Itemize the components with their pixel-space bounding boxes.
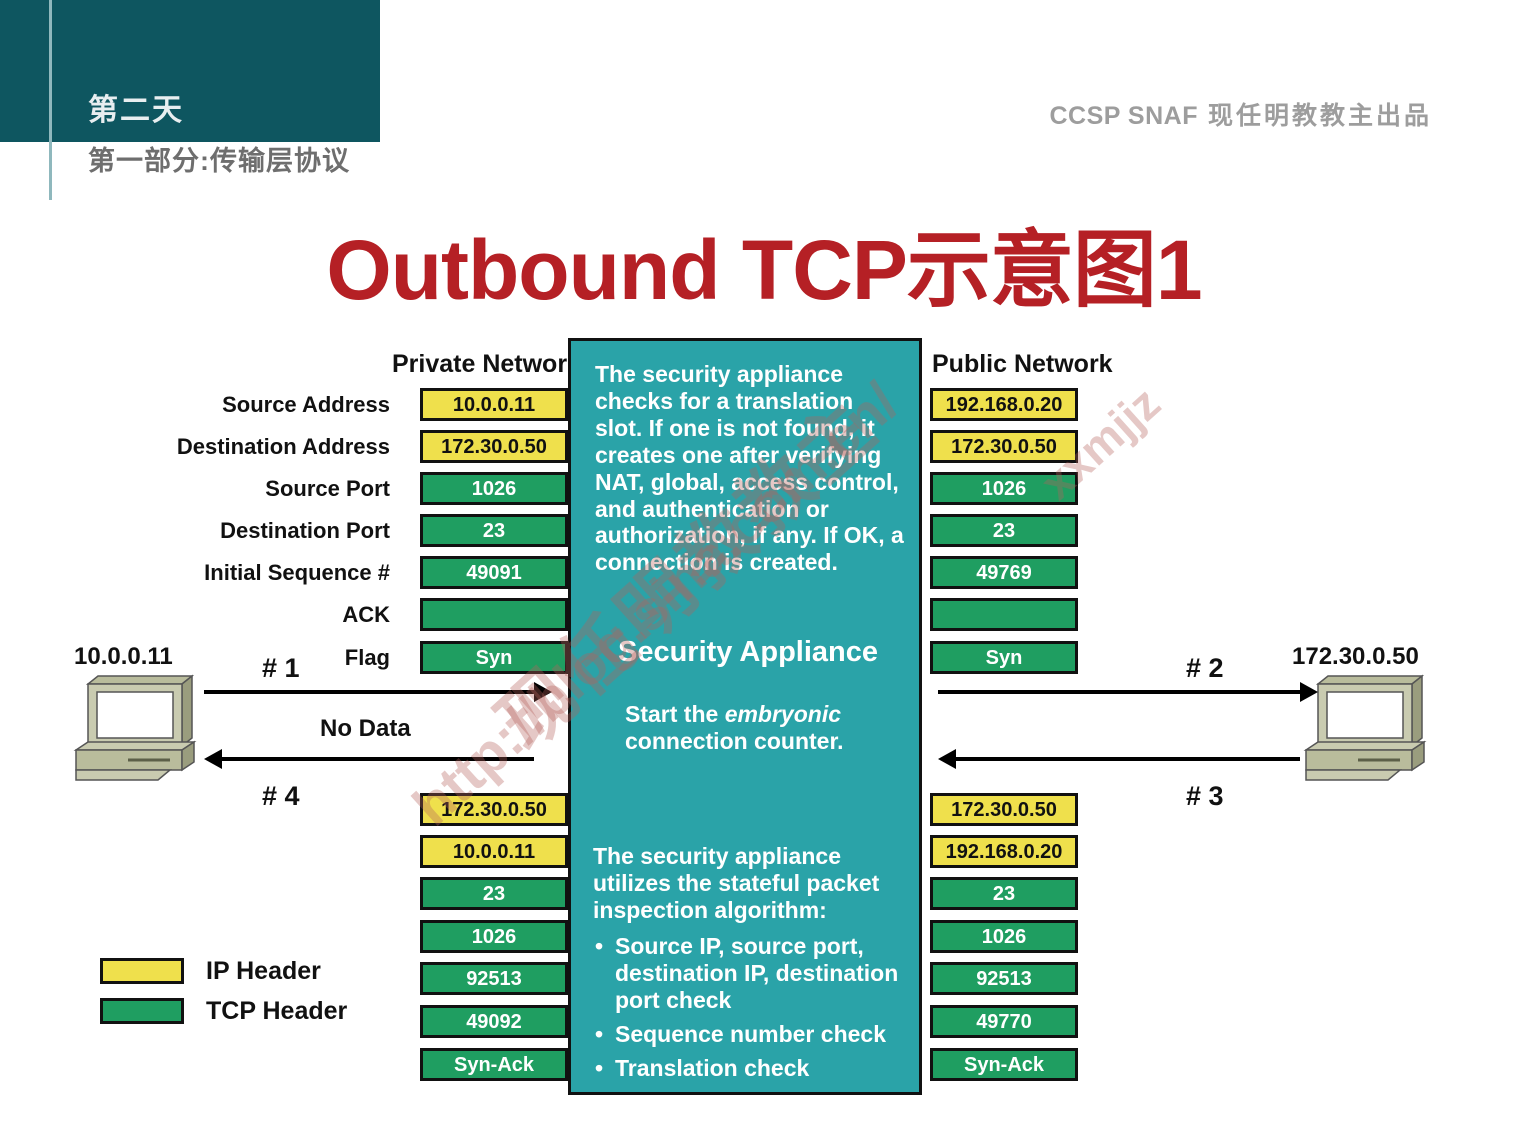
field-private-bottom-ack: 49092: [420, 1005, 568, 1038]
field-private-top-destination-address: 172.30.0.50: [420, 430, 568, 463]
field-public-bottom-flag: Syn-Ack: [930, 1048, 1078, 1081]
appliance-p2-post: connection counter.: [625, 727, 844, 754]
row-label-destination-port: Destination Port: [220, 518, 390, 543]
arrow-line-step3: [956, 757, 1300, 761]
legend-item-ip-header: IP Header: [100, 958, 347, 984]
arrow-line-step1: [204, 690, 534, 694]
security-appliance-panel: The security appliance checks for a tran…: [568, 338, 922, 1095]
field-public-top-ack: [930, 598, 1078, 631]
field-public-top-source-port: 1026: [930, 472, 1078, 505]
arrow-line-step4: [222, 757, 534, 761]
field-private-top-ack: [420, 598, 568, 631]
field-public-bottom-source-port: 23: [930, 877, 1078, 910]
arrow-label-step3: # 3: [1186, 781, 1224, 811]
field-private-bottom-destination-port: 1026: [420, 920, 568, 953]
field-private-top-flag: Syn: [420, 641, 568, 674]
appliance-bullet-item: Translation check: [593, 1055, 919, 1082]
field-private-top-source-port: 1026: [420, 472, 568, 505]
row-label-destination-address: Destination Address: [176, 434, 390, 459]
appliance-title: Security Appliance: [617, 636, 878, 668]
field-public-top-destination-address: 172.30.0.50: [930, 430, 1078, 463]
appliance-paragraph-2: Start the embryonic connection counter.: [625, 701, 915, 755]
field-private-bottom-source-address: 172.30.0.50: [420, 793, 568, 826]
legend-swatch-ip-header: [100, 958, 184, 984]
legend-swatch-tcp-header: [100, 998, 184, 1024]
left-host-computer-icon: [73, 674, 197, 781]
arrow-head-step2: [1300, 682, 1318, 702]
legend-label-tcp-header: TCP Header: [206, 996, 348, 1025]
arrow-head-step4: [204, 749, 222, 769]
appliance-p2-pre: Start the: [625, 701, 725, 727]
field-public-bottom-destination-address: 192.168.0.20: [930, 835, 1078, 868]
field-private-bottom-flag: Syn-Ack: [420, 1048, 568, 1081]
arrow-label-step4: # 4: [262, 781, 300, 811]
right-host-ip-label: 172.30.0.50: [1292, 643, 1419, 670]
arrow-label-step2: # 2: [1186, 653, 1224, 683]
left-host-ip-label: 10.0.0.11: [74, 643, 173, 670]
field-public-bottom-sequence: 92513: [930, 962, 1078, 995]
field-public-top-flag: Syn: [930, 641, 1078, 674]
field-private-bottom-sequence: 92513: [420, 962, 568, 995]
field-private-top-initial-sequence: 49091: [420, 556, 568, 589]
field-public-bottom-destination-port: 1026: [930, 920, 1078, 953]
field-private-bottom-source-port: 23: [420, 877, 568, 910]
field-public-top-destination-port: 23: [930, 514, 1078, 547]
legend-item-tcp-header: TCP Header: [100, 998, 347, 1024]
arrow-head-step1: [534, 682, 552, 702]
legend: IP Header TCP Header: [100, 958, 347, 1038]
appliance-paragraph-3: The security appliance utilizes the stat…: [593, 843, 880, 923]
field-private-top-source-address: 10.0.0.11: [420, 388, 568, 421]
field-public-top-initial-sequence: 49769: [930, 556, 1078, 589]
appliance-bullet-list: Source IP, source port, destination IP, …: [593, 933, 919, 1089]
arrow-label-no-data: No Data: [320, 715, 411, 742]
row-label-initial-sequence: Initial Sequence #: [204, 560, 390, 585]
right-host-computer-icon: [1303, 674, 1427, 781]
row-label-source-port: Source Port: [265, 476, 390, 501]
field-public-bottom-source-address: 172.30.0.50: [930, 793, 1078, 826]
appliance-bullet-item: Sequence number check: [593, 1021, 919, 1048]
arrow-head-step3: [938, 749, 956, 769]
appliance-p2-emphasis: embryonic: [724, 701, 842, 727]
tcp-flow-diagram: Private Network Public Network Source Ad…: [0, 0, 1528, 1144]
field-public-top-source-address: 192.168.0.20: [930, 388, 1078, 421]
arrow-label-step1: # 1: [262, 653, 300, 683]
field-public-bottom-ack: 49770: [930, 1005, 1078, 1038]
private-network-heading: Private Network: [392, 350, 581, 378]
appliance-paragraph-1: The security appliance checks for a tran…: [595, 361, 904, 576]
field-private-top-destination-port: 23: [420, 514, 568, 547]
row-label-source-address: Source Address: [222, 392, 390, 417]
arrow-line-step2: [938, 690, 1300, 694]
appliance-bullet-item: Source IP, source port, destination IP, …: [593, 933, 919, 1014]
public-network-heading: Public Network: [932, 350, 1113, 378]
row-label-ack: ACK: [342, 602, 390, 627]
legend-label-ip-header: IP Header: [206, 956, 321, 985]
field-private-bottom-destination-address: 10.0.0.11: [420, 835, 568, 868]
